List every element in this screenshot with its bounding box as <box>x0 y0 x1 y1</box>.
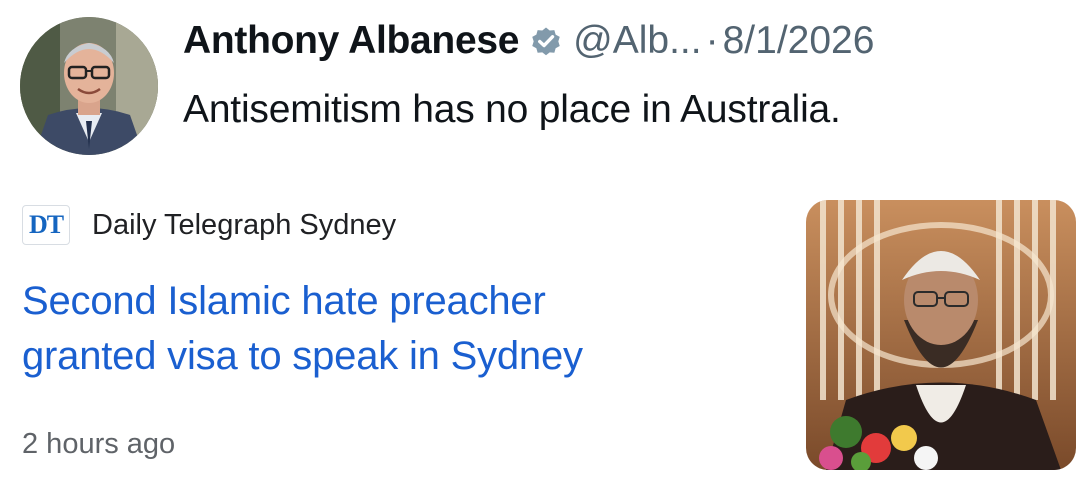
news-headline-link[interactable]: Second Islamic hate preacher granted vis… <box>22 274 782 384</box>
source-name: Daily Telegraph Sydney <box>92 208 397 241</box>
author-avatar[interactable] <box>20 17 158 155</box>
tweet: Anthony Albanese @Alb... · 8/1/2026 Anti… <box>183 14 1072 132</box>
headline-line-1: Second Islamic hate preacher <box>22 279 546 323</box>
separator-dot: · <box>705 19 719 62</box>
article-age: 2 hours ago <box>22 428 176 460</box>
news-source[interactable]: DT Daily Telegraph Sydney <box>22 205 396 245</box>
tweet-text: Antisemitism has no place in Australia. <box>183 88 841 131</box>
verified-badge-icon <box>529 24 563 58</box>
author-handle[interactable]: @Alb... <box>573 19 701 63</box>
tweet-date[interactable]: 8/1/2026 <box>723 19 875 63</box>
article-thumbnail-image[interactable] <box>806 200 1076 470</box>
tweet-header: Anthony Albanese @Alb... · 8/1/2026 <box>183 14 1072 68</box>
source-logo-icon: DT <box>22 205 70 245</box>
headline-line-2: granted visa to speak in Sydney <box>22 334 583 378</box>
author-name[interactable]: Anthony Albanese <box>183 19 519 63</box>
